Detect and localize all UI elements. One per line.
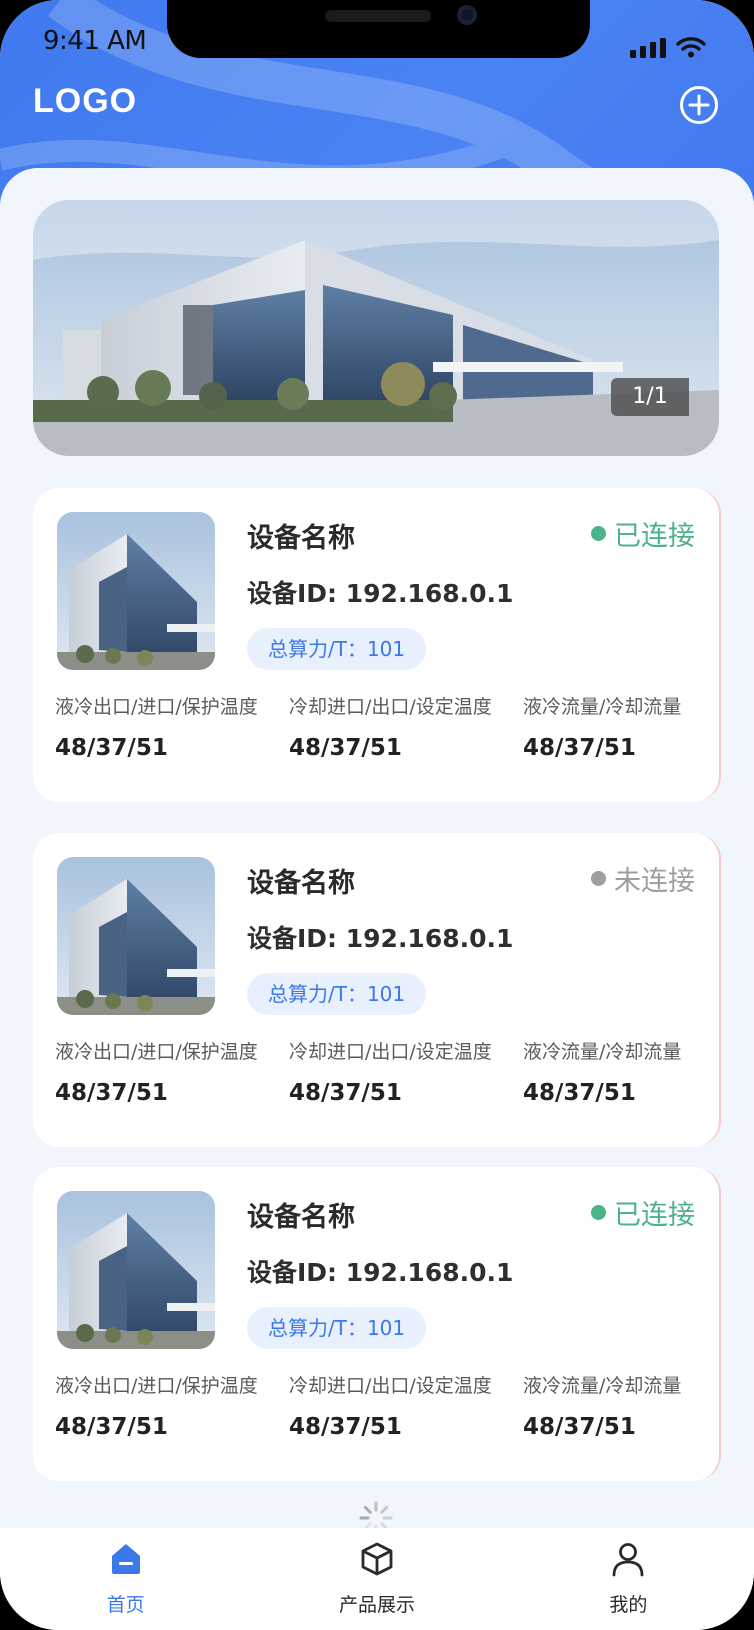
- status-label: 已连接: [614, 1200, 695, 1231]
- connection-status: 未连接: [591, 859, 695, 898]
- device-id: 设备ID: 192.168.0.1: [247, 924, 514, 953]
- banner-image: [33, 200, 719, 456]
- metric-flow: 液冷流量/冷却流量 48/37/51: [523, 1371, 754, 1440]
- phone-screen: 9:41 AM LOGO 1/1 设备名称 已连接 设备ID: 192.168.…: [0, 0, 754, 1630]
- device-card[interactable]: 设备名称 已连接 设备ID: 192.168.0.1 总算力/T：101 液冷出…: [33, 1167, 719, 1481]
- device-notch: [167, 0, 590, 58]
- device-id: 设备ID: 192.168.0.1: [247, 1258, 514, 1287]
- metric-label: 冷却进口/出口/设定温度: [289, 696, 492, 718]
- connection-status: 已连接: [591, 514, 695, 553]
- connection-status: 已连接: [591, 1193, 695, 1232]
- speaker-grille: [325, 10, 431, 22]
- tab-label: 首页: [106, 1594, 145, 1616]
- metric-liquid-temp: 液冷出口/进口/保护温度 48/37/51: [55, 1037, 289, 1106]
- wifi-icon: [676, 37, 706, 58]
- status-dot: [591, 1205, 606, 1220]
- metric-label: 液冷流量/冷却流量: [523, 696, 682, 718]
- device-id: 设备ID: 192.168.0.1: [247, 579, 514, 608]
- metric-value: 48/37/51: [523, 1414, 636, 1440]
- banner-pager: 1/1: [611, 378, 689, 416]
- power-badge: 总算力/T：101: [247, 628, 427, 670]
- device-card[interactable]: 设备名称 已连接 设备ID: 192.168.0.1 总算力/T：101 液冷出…: [33, 488, 719, 802]
- home-icon: [111, 1544, 140, 1574]
- metric-value: 48/37/51: [523, 1080, 636, 1106]
- power-badge: 总算力/T：101: [247, 973, 427, 1015]
- metric-flow: 液冷流量/冷却流量 48/37/51: [523, 1037, 754, 1106]
- metric-label: 冷却进口/出口/设定温度: [289, 1041, 492, 1063]
- app-logo: LOGO: [33, 82, 138, 120]
- tab-label: 我的: [609, 1594, 648, 1616]
- status-time: 9:41 AM: [43, 26, 147, 56]
- tab-profile[interactable]: 我的: [503, 1528, 754, 1630]
- metric-value: 48/37/51: [289, 735, 402, 761]
- user-icon: [612, 1543, 644, 1577]
- metric-value: 48/37/51: [55, 735, 168, 761]
- metric-cooling-temp: 冷却进口/出口/设定温度 48/37/51: [289, 692, 523, 761]
- metric-value: 48/37/51: [523, 735, 636, 761]
- device-name: 设备名称: [247, 1202, 355, 1233]
- signal-icon: [630, 38, 666, 58]
- banner-carousel[interactable]: 1/1: [33, 200, 719, 456]
- metric-label: 液冷出口/进口/保护温度: [55, 696, 258, 718]
- metric-label: 液冷流量/冷却流量: [523, 1041, 682, 1063]
- status-dot: [591, 526, 606, 541]
- metric-label: 冷却进口/出口/设定温度: [289, 1375, 492, 1397]
- tab-home[interactable]: 首页: [0, 1528, 251, 1630]
- device-name: 设备名称: [247, 868, 355, 899]
- bottom-tab-bar: 首页 产品展示 我的: [0, 1528, 754, 1630]
- status-label: 未连接: [614, 866, 695, 897]
- status-label: 已连接: [614, 521, 695, 552]
- tab-label: 产品展示: [338, 1594, 415, 1616]
- device-thumbnail: [57, 512, 215, 670]
- device-name: 设备名称: [247, 523, 355, 554]
- metric-liquid-temp: 液冷出口/进口/保护温度 48/37/51: [55, 1371, 289, 1440]
- metric-label: 液冷出口/进口/保护温度: [55, 1375, 258, 1397]
- metric-value: 48/37/51: [289, 1080, 402, 1106]
- status-icons: [630, 36, 706, 58]
- box-icon: [361, 1542, 393, 1576]
- metric-flow: 液冷流量/冷却流量 48/37/51: [523, 692, 754, 761]
- power-badge: 总算力/T：101: [247, 1307, 427, 1349]
- device-thumbnail: [57, 1191, 215, 1349]
- add-icon[interactable]: [679, 85, 719, 125]
- status-dot: [591, 871, 606, 886]
- metric-value: 48/37/51: [55, 1080, 168, 1106]
- front-camera: [457, 5, 477, 25]
- tab-products[interactable]: 产品展示: [251, 1528, 502, 1630]
- device-thumbnail: [57, 857, 215, 1015]
- metric-liquid-temp: 液冷出口/进口/保护温度 48/37/51: [55, 692, 289, 761]
- metric-value: 48/37/51: [289, 1414, 402, 1440]
- metric-label: 液冷流量/冷却流量: [523, 1375, 682, 1397]
- metric-value: 48/37/51: [55, 1414, 168, 1440]
- metric-cooling-temp: 冷却进口/出口/设定温度 48/37/51: [289, 1371, 523, 1440]
- metric-cooling-temp: 冷却进口/出口/设定温度 48/37/51: [289, 1037, 523, 1106]
- device-card[interactable]: 设备名称 未连接 设备ID: 192.168.0.1 总算力/T：101 液冷出…: [33, 833, 719, 1147]
- metric-label: 液冷出口/进口/保护温度: [55, 1041, 258, 1063]
